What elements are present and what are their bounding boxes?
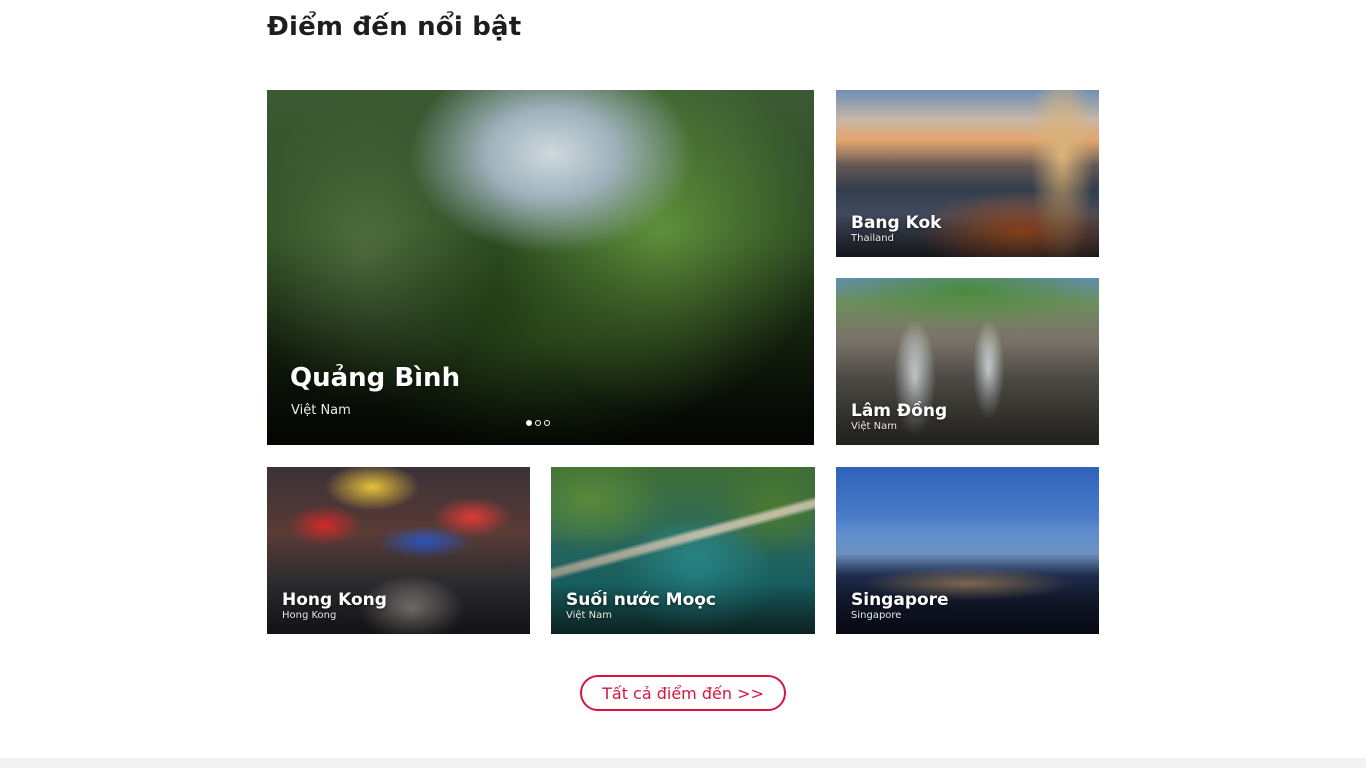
destination-name: Hong Kong bbox=[282, 590, 387, 610]
destination-name: Singapore bbox=[851, 590, 949, 610]
destination-card-suoi-nuoc-mooc[interactable]: Suối nước Moọc Việt Nam bbox=[551, 467, 815, 634]
featured-destination-card[interactable]: Quảng Bình Việt Nam bbox=[267, 90, 814, 445]
carousel-dot-2[interactable] bbox=[535, 420, 541, 426]
destination-name: Bang Kok bbox=[851, 213, 942, 233]
destination-country: Việt Nam bbox=[566, 610, 613, 621]
all-destinations-button[interactable]: Tất cả điểm đến >> bbox=[580, 675, 786, 711]
carousel-dot-1[interactable] bbox=[526, 420, 532, 426]
carousel-dot-3[interactable] bbox=[544, 420, 550, 426]
destination-card-singapore[interactable]: Singapore Singapore bbox=[836, 467, 1099, 634]
destination-card-hong-kong[interactable]: Hong Kong Hong Kong bbox=[267, 467, 530, 634]
destination-country: Việt Nam bbox=[851, 421, 898, 432]
carousel-dots bbox=[526, 420, 550, 426]
destination-country: Singapore bbox=[851, 610, 902, 621]
destination-country: Hong Kong bbox=[282, 610, 337, 621]
destination-name: Suối nước Moọc bbox=[566, 590, 717, 610]
destination-card-bangkok[interactable]: Bang Kok Thailand bbox=[836, 90, 1099, 257]
destination-name: Lâm Đồng bbox=[851, 401, 948, 421]
footer-divider bbox=[0, 758, 1366, 768]
featured-destination-country: Việt Nam bbox=[291, 403, 351, 418]
destination-country: Thailand bbox=[851, 233, 894, 244]
destination-card-lam-dong[interactable]: Lâm Đồng Việt Nam bbox=[836, 278, 1099, 445]
section-title: Điểm đến nổi bật bbox=[267, 12, 522, 42]
featured-destination-name: Quảng Bình bbox=[290, 363, 461, 393]
